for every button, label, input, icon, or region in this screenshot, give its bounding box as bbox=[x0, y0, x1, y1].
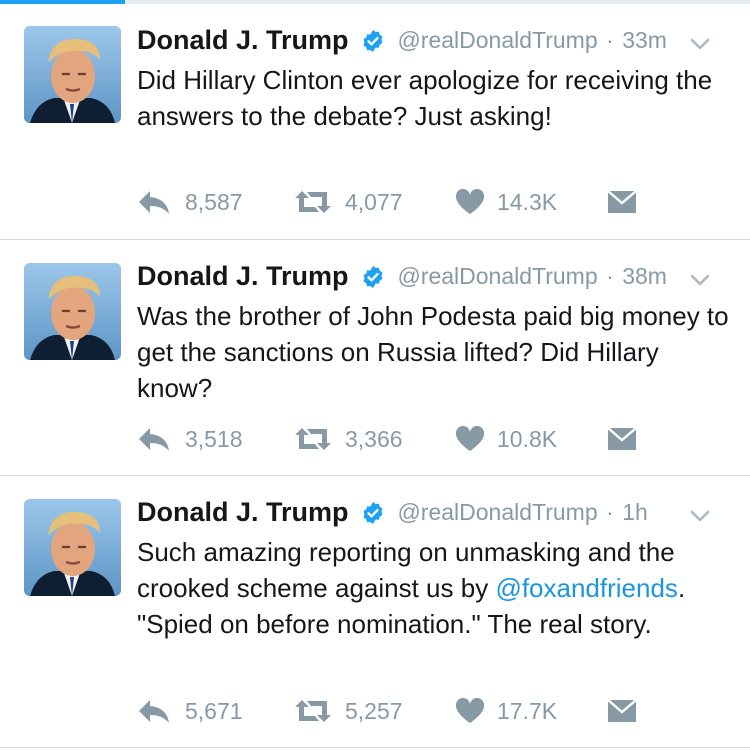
user-handle[interactable]: @realDonaldTrump bbox=[397, 499, 597, 526]
verified-badge-icon bbox=[361, 29, 385, 53]
verified-badge-icon bbox=[361, 501, 385, 525]
separator: · bbox=[606, 263, 614, 289]
retweet-count: 4,077 bbox=[345, 188, 403, 215]
chevron-down-icon[interactable] bbox=[690, 273, 710, 287]
like-button[interactable]: 17.7K bbox=[455, 695, 557, 727]
retweet-button[interactable]: 3,366 bbox=[293, 423, 403, 455]
chevron-down-icon[interactable] bbox=[690, 509, 710, 523]
avatar[interactable] bbox=[24, 263, 121, 360]
like-count: 17.7K bbox=[497, 697, 558, 724]
heart-icon bbox=[455, 426, 491, 452]
display-name[interactable]: Donald J. Trump bbox=[137, 497, 349, 528]
like-button[interactable]: 14.3K bbox=[455, 186, 557, 218]
direct-message-button[interactable] bbox=[607, 423, 643, 455]
reply-button[interactable]: 3,518 bbox=[137, 423, 243, 455]
tweet-header: Donald J. Trump @realDonaldTrump · 1h bbox=[137, 497, 732, 533]
retweet-button[interactable]: 5,257 bbox=[293, 695, 403, 727]
separator: · bbox=[606, 499, 614, 525]
chevron-down-icon[interactable] bbox=[690, 37, 710, 51]
reply-icon bbox=[137, 426, 177, 452]
avatar[interactable] bbox=[24, 499, 121, 596]
retweet-icon bbox=[293, 189, 339, 215]
reply-button[interactable]: 8,587 bbox=[137, 186, 243, 218]
user-handle[interactable]: @realDonaldTrump bbox=[397, 27, 597, 54]
tweet-text: Did Hillary Clinton ever apologize for r… bbox=[137, 65, 713, 131]
retweet-count: 5,257 bbox=[345, 697, 403, 724]
like-button[interactable]: 10.8K bbox=[455, 423, 557, 455]
tweet[interactable]: Donald J. Trump @realDonaldTrump · 33m D… bbox=[0, 4, 750, 240]
avatar[interactable] bbox=[24, 26, 121, 123]
heart-icon bbox=[455, 189, 491, 215]
tweet-actions: 5,671 5,257 17.7K bbox=[137, 695, 657, 727]
direct-message-button[interactable] bbox=[607, 186, 643, 218]
like-count: 14.3K bbox=[497, 188, 558, 215]
reply-button[interactable]: 5,671 bbox=[137, 695, 243, 727]
direct-message-icon bbox=[607, 190, 643, 214]
tweet-text: Was the brother of John Podesta paid big… bbox=[137, 301, 729, 403]
reply-count: 3,518 bbox=[185, 425, 243, 452]
timestamp[interactable]: 33m bbox=[622, 27, 667, 54]
tweet-header: Donald J. Trump @realDonaldTrump · 38m bbox=[137, 261, 732, 297]
user-handle[interactable]: @realDonaldTrump bbox=[397, 263, 597, 290]
tweet-header: Donald J. Trump @realDonaldTrump · 33m bbox=[137, 25, 732, 61]
tweet-actions: 8,587 4,077 14.3K bbox=[137, 186, 657, 218]
timestamp[interactable]: 1h bbox=[622, 499, 648, 526]
tweet[interactable]: Donald J. Trump @realDonaldTrump · 1h Su… bbox=[0, 476, 750, 748]
display-name[interactable]: Donald J. Trump bbox=[137, 261, 349, 292]
verified-badge-icon bbox=[361, 265, 385, 289]
tweet[interactable]: Donald J. Trump @realDonaldTrump · 38m W… bbox=[0, 240, 750, 476]
timestamp[interactable]: 38m bbox=[622, 263, 667, 290]
reply-count: 5,671 bbox=[185, 697, 243, 724]
like-count: 10.8K bbox=[497, 425, 558, 452]
reply-icon bbox=[137, 189, 177, 215]
tweet-text: Such amazing reporting on unmasking and … bbox=[137, 534, 737, 642]
mention-link[interactable]: @foxandfriends bbox=[495, 573, 678, 603]
retweet-icon bbox=[293, 698, 339, 724]
retweet-count: 3,366 bbox=[345, 425, 403, 452]
retweet-icon bbox=[293, 426, 339, 452]
direct-message-icon bbox=[607, 699, 643, 723]
display-name[interactable]: Donald J. Trump bbox=[137, 25, 349, 56]
reply-icon bbox=[137, 698, 177, 724]
heart-icon bbox=[455, 698, 491, 724]
direct-message-icon bbox=[607, 427, 643, 451]
separator: · bbox=[606, 27, 614, 53]
direct-message-button[interactable] bbox=[607, 695, 643, 727]
tweet-actions: 3,518 3,366 10.8K bbox=[137, 423, 657, 455]
reply-count: 8,587 bbox=[185, 188, 243, 215]
retweet-button[interactable]: 4,077 bbox=[293, 186, 403, 218]
